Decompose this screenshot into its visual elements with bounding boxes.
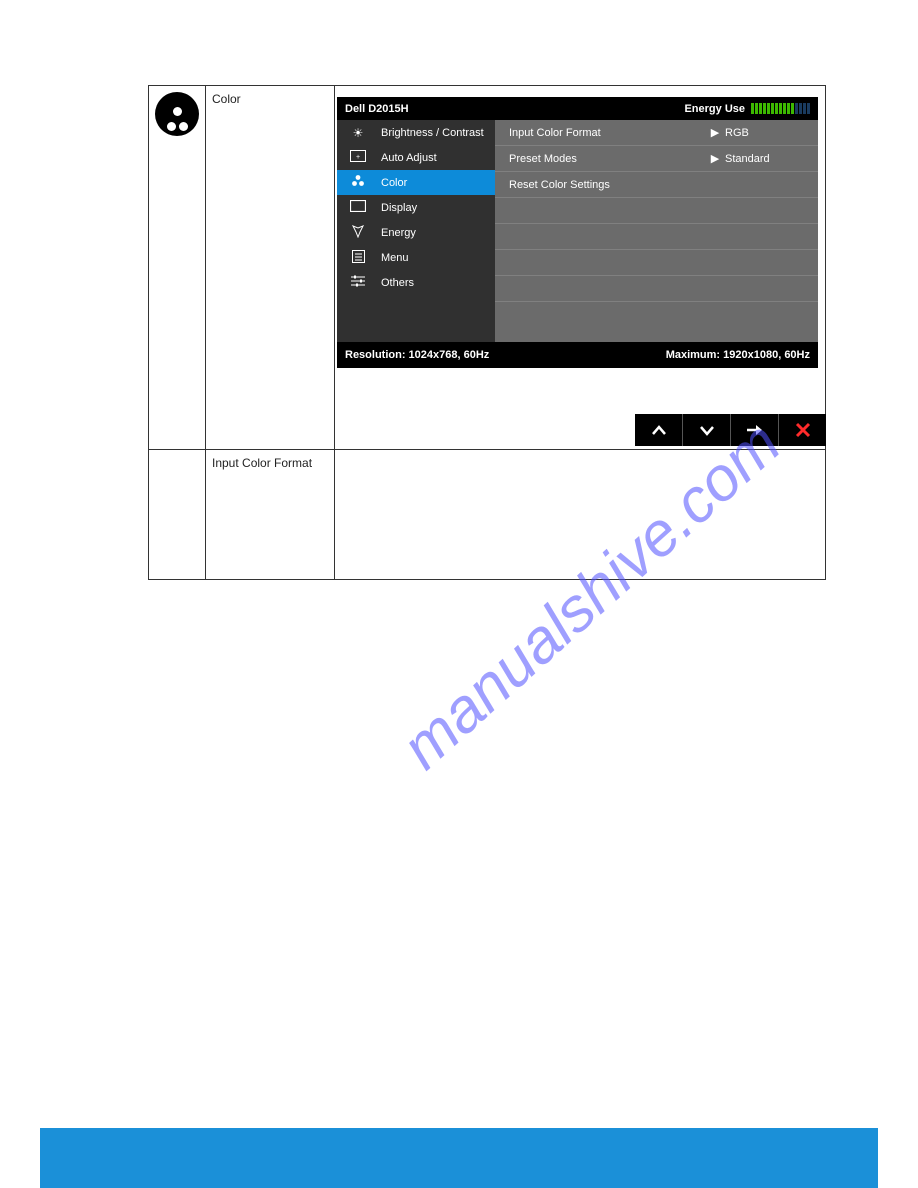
footer-resolution: Resolution: 1024x768, 60Hz [345,349,489,361]
osd-header: Dell D2015H Energy Use [337,97,818,120]
auto-adjust-icon: + [349,150,367,165]
display-icon [349,200,367,215]
enter-button[interactable] [731,414,779,446]
nav-item-display[interactable]: Display [337,195,495,220]
submenu-arrow-icon: ▶ [705,126,725,139]
color-icon [155,92,199,136]
submenu-arrow-icon: ▶ [705,152,725,165]
osd-right-panel: Input Color Format ▶ RGB Preset Modes ▶ … [495,120,818,342]
row-label-color: Color [206,86,334,106]
nav-item-autoadjust[interactable]: + Auto Adjust [337,145,495,170]
osd-title: Dell D2015H [345,103,409,115]
menu-icon [349,250,367,266]
others-icon [349,275,367,290]
nav-item-color[interactable]: Color [337,170,495,195]
document-table: Color Dell D2015H Energy Use [148,85,826,580]
close-button[interactable] [779,414,826,446]
color-nav-icon [349,174,367,191]
right-row-preset-modes[interactable]: Preset Modes ▶ Standard [495,146,818,172]
energy-gauge [751,103,810,114]
brightness-icon: ☀ [349,126,367,140]
footer-maximum: Maximum: 1920x1080, 60Hz [666,349,810,361]
osd-menu: Dell D2015H Energy Use [337,97,818,368]
energy-icon [349,224,367,241]
energy-use-label: Energy Use [684,103,745,115]
page-footer-bar [40,1128,878,1188]
nav-item-brightness[interactable]: ☀ Brightness / Contrast [337,120,495,145]
osd-button-bar [635,414,826,446]
osd-nav: ☀ Brightness / Contrast + Auto Adjust [337,120,495,342]
nav-item-menu[interactable]: Menu [337,245,495,270]
row-label-input-color-format: Input Color Format [206,450,334,470]
right-row-input-color-format[interactable]: Input Color Format ▶ RGB [495,120,818,146]
right-row-reset-color[interactable]: Reset Color Settings [495,172,818,198]
down-button[interactable] [683,414,731,446]
svg-text:+: + [356,154,360,161]
up-button[interactable] [635,414,683,446]
osd-footer: Resolution: 1024x768, 60Hz Maximum: 1920… [337,342,818,368]
nav-item-energy[interactable]: Energy [337,220,495,245]
nav-item-others[interactable]: Others [337,270,495,295]
